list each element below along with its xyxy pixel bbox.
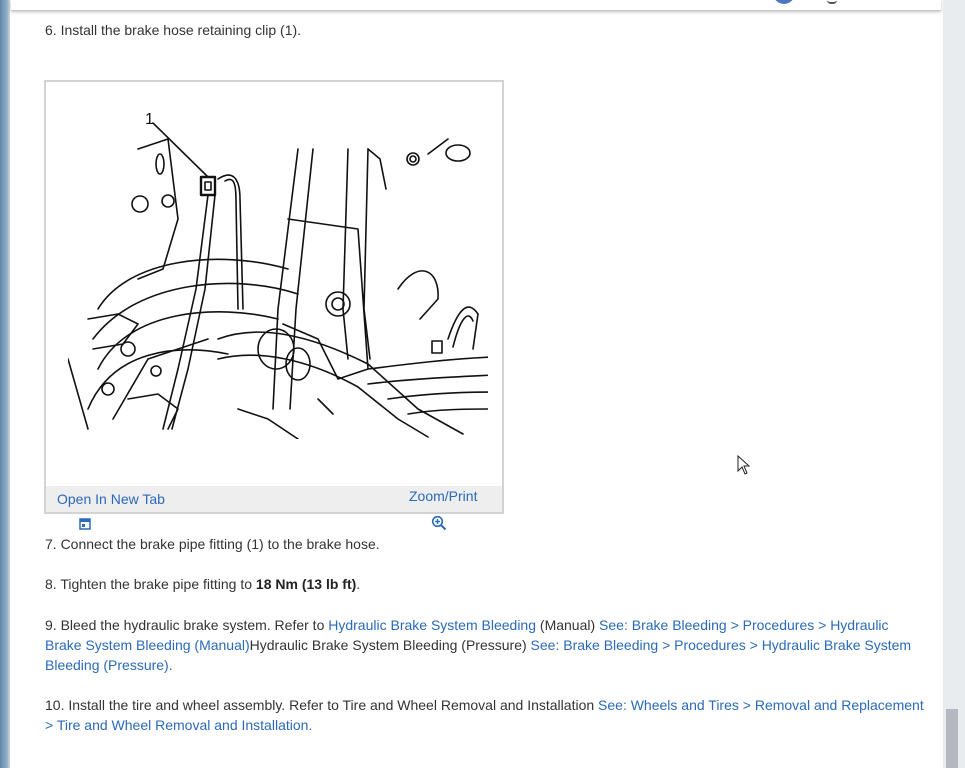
open-in-new-tab-icon xyxy=(79,518,91,530)
user-avatar-icon[interactable] xyxy=(773,0,795,4)
step-6-text: 6. Install the brake hose retaining clip… xyxy=(45,22,302,38)
step-7: 7. Connect the brake pipe fitting (1) to… xyxy=(45,534,925,554)
toolbar-icon[interactable] xyxy=(827,0,837,4)
figure-toolbar: Open In New Tab Zoom/Print xyxy=(46,486,502,531)
step-7-text: 7. Connect the brake pipe fitting (1) to… xyxy=(45,536,380,552)
vertical-scrollbar[interactable] xyxy=(943,0,965,768)
brake-hose-illustration: 1 xyxy=(68,111,488,439)
step-9: 9. Bleed the hydraulic brake system. Ref… xyxy=(45,615,925,675)
magnifier-zoom-icon xyxy=(431,515,447,531)
procedure-figure: 1 Open In New Tab Zoom/Print xyxy=(44,80,504,531)
step-10-suffix: . xyxy=(308,717,313,733)
step-8-prefix: 8. Tighten the brake pipe fitting to xyxy=(45,576,256,592)
step-6: 6. Install the brake hose retaining clip… xyxy=(45,20,925,40)
step-9-mid2: Hydraulic Brake System Bleeding (Pressur… xyxy=(249,637,531,653)
mouse-cursor-icon xyxy=(737,455,751,475)
torque-value: 18 Nm (13 lb ft) xyxy=(255,576,357,592)
zoom-print-label: Zoom/Print xyxy=(409,488,478,504)
open-in-new-tab-button[interactable]: Open In New Tab xyxy=(57,491,165,530)
zoom-print-button[interactable]: Zoom/Print xyxy=(409,488,478,531)
step-10-prefix: 10. Install the tire and wheel assembly.… xyxy=(45,697,599,713)
link-hydraulic-brake-system-bleeding[interactable]: Hydraulic Brake System Bleeding xyxy=(328,617,536,633)
step-10: 10. Install the tire and wheel assembly.… xyxy=(45,695,925,735)
step-8-suffix: . xyxy=(356,576,361,592)
scrollbar-thumb[interactable] xyxy=(946,709,958,768)
step-9-suffix: . xyxy=(168,657,173,673)
open-in-new-tab-label: Open In New Tab xyxy=(57,491,165,507)
step-8: 8. Tighten the brake pipe fitting to 18 … xyxy=(45,574,925,594)
top-toolbar xyxy=(11,0,941,11)
callout-label: 1 xyxy=(145,111,154,128)
step-9-prefix: 9. Bleed the hydraulic brake system. Ref… xyxy=(45,617,329,633)
step-9-mid1: (Manual) xyxy=(536,617,600,633)
